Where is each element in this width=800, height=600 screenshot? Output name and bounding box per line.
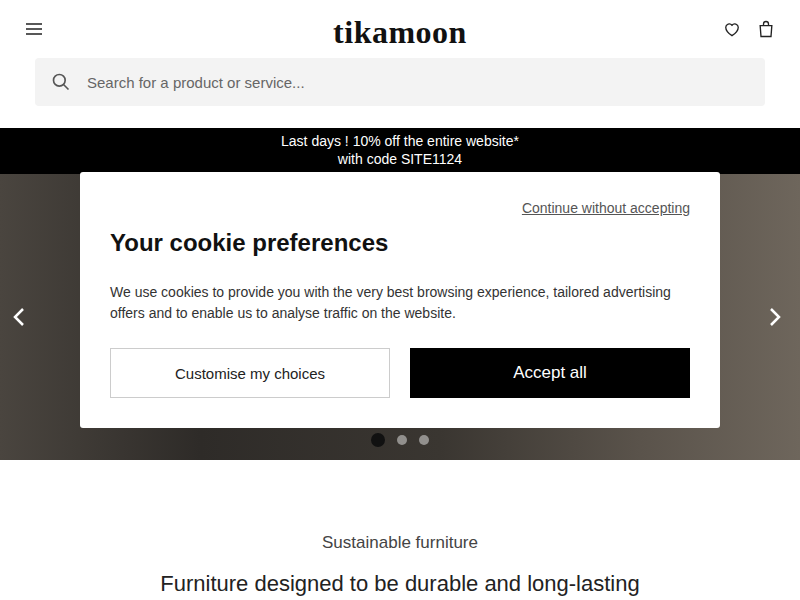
continue-link[interactable]: Continue without accepting: [522, 200, 690, 216]
carousel-dot[interactable]: [397, 435, 407, 445]
dialog-buttons: Customise my choices Accept all: [110, 348, 690, 398]
button-label: Accept all: [513, 363, 587, 383]
heart-icon[interactable]: [722, 19, 742, 39]
search-icon[interactable]: [51, 72, 71, 92]
logo[interactable]: tikamoon: [333, 12, 467, 52]
section-eyebrow: Sustainable furniture: [0, 532, 800, 554]
bag-icon[interactable]: [756, 19, 776, 39]
search-input[interactable]: [85, 73, 749, 92]
promo-line: with code SITE1124: [0, 150, 800, 168]
menu-icon[interactable]: [24, 21, 44, 37]
cookie-dialog: Continue without accepting Your cookie pr…: [80, 172, 720, 428]
carousel-dot[interactable]: [419, 435, 429, 445]
promo-line: Last days ! 10% off the entire website*: [0, 132, 800, 150]
promo-banner[interactable]: Last days ! 10% off the entire website*w…: [0, 128, 800, 174]
carousel-dot[interactable]: [371, 433, 385, 447]
top-header: tikamoon: [0, 0, 800, 58]
dialog-title: Your cookie preferences: [110, 228, 690, 258]
intro-section: Sustainable furniture Furniture designed …: [0, 460, 800, 598]
chevron-right-icon[interactable]: [762, 305, 786, 329]
skip-row: Continue without accepting: [110, 200, 690, 216]
carousel-dots: [371, 433, 429, 447]
search-bar: [35, 58, 765, 106]
chevron-left-icon[interactable]: [8, 305, 32, 329]
section-heading: Furniture designed to be durable and lon…: [0, 570, 800, 598]
dialog-body: We use cookies to provide you with the v…: [110, 282, 690, 324]
customise-button[interactable]: Customise my choices: [110, 348, 390, 398]
search-area: [0, 58, 800, 128]
button-label: Customise my choices: [175, 365, 325, 382]
accept-button[interactable]: Accept all: [410, 348, 690, 398]
header-icons: [722, 19, 776, 39]
